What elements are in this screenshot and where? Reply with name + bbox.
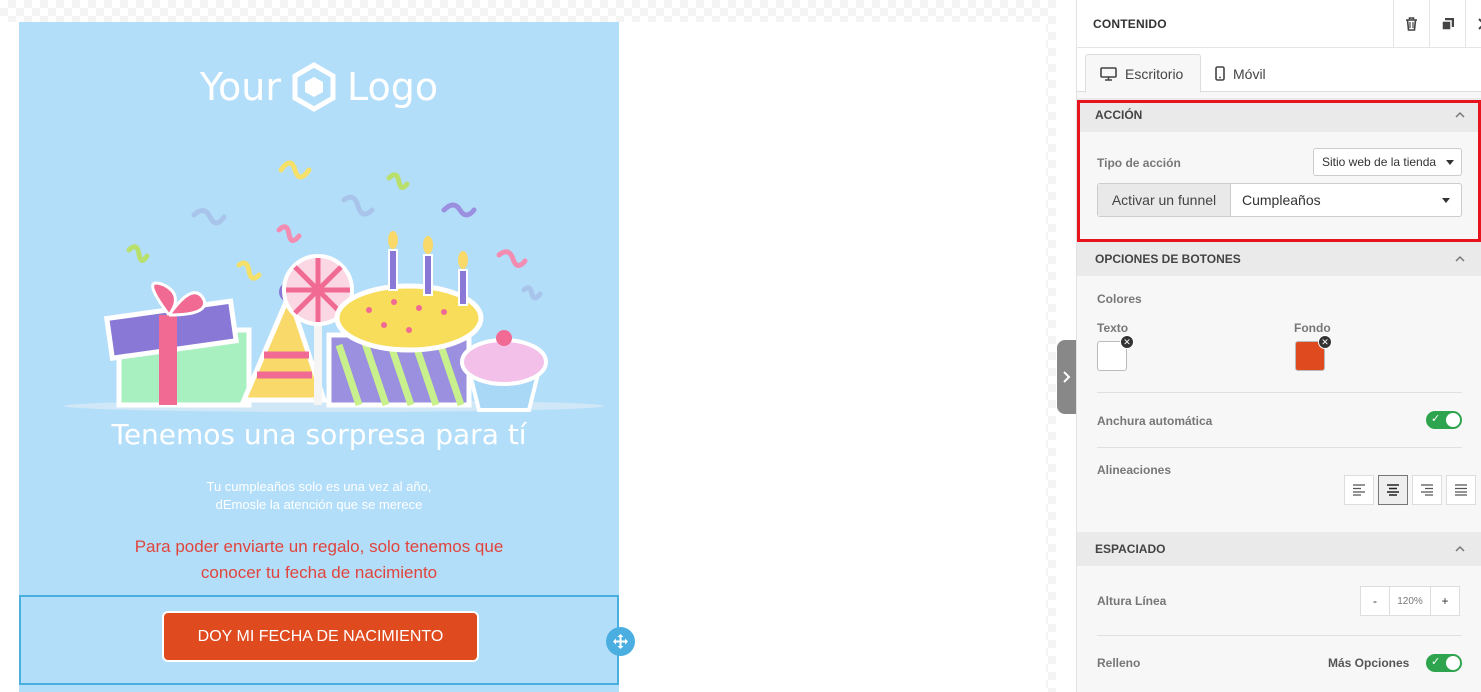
align-justify-icon (1455, 484, 1467, 496)
email-subtext-line-2: dEmosle la atención que se merece (215, 497, 423, 512)
close-icon (1477, 18, 1481, 30)
tab-mobile-label: Móvil (1233, 65, 1266, 82)
caret-down-icon (1442, 198, 1450, 203)
desktop-icon (1100, 66, 1117, 81)
section-spacing-header[interactable]: ESPACIADO (1077, 532, 1481, 566)
clear-text-color-icon[interactable]: ✕ (1120, 335, 1134, 349)
duplicate-icon (1440, 18, 1454, 31)
auto-width-toggle[interactable]: ✓ (1426, 411, 1462, 429)
cta-button[interactable]: DOY MI FECHA DE NACIMIENTO (162, 611, 479, 662)
align-left-button[interactable] (1344, 475, 1374, 505)
logo: Your Logo (19, 62, 619, 112)
text-color-label: Texto (1097, 321, 1129, 335)
section-button-options-header[interactable]: OPCIONES DE BOTONES (1077, 242, 1481, 276)
logo-text-left: Your (199, 65, 281, 109)
device-tabs: Escritorio Móvil (1077, 48, 1481, 93)
funnel-selector: Activar un funnel Cumpleaños (1097, 183, 1462, 217)
line-height-value[interactable]: 120% (1390, 586, 1430, 616)
email-headline: Tenemos una sorpresa para tí (111, 418, 527, 451)
content-panel: CONTENIDO Escritorio Móvil ACCIÓN Tipo d… (1076, 0, 1481, 692)
action-type-value: Sitio web de la tienda (1322, 155, 1437, 169)
padding-label: Relleno (1097, 656, 1141, 670)
selected-button-block[interactable]: DOY MI FECHA DE NACIMIENTO (19, 595, 619, 685)
align-center-icon (1387, 484, 1399, 496)
divider (1097, 392, 1462, 393)
birthday-illustration (64, 160, 604, 412)
align-right-button[interactable] (1412, 475, 1442, 505)
line-height-decrease-button[interactable]: - (1360, 586, 1390, 616)
email-red-text-line-1: Para poder enviarte un regalo, solo tene… (134, 537, 504, 556)
alignments-label: Alineaciones (1097, 463, 1172, 477)
divider (1097, 635, 1462, 636)
editor-canvas: Your Logo Tenemos una sorpresa para tí T… (0, 0, 1056, 692)
chevron-right-icon (1063, 371, 1071, 383)
align-left-icon (1353, 484, 1365, 496)
move-icon[interactable] (606, 627, 635, 656)
check-icon: ✓ (1431, 656, 1441, 668)
funnel-addon-label: Activar un funnel (1098, 184, 1231, 216)
caret-down-icon (1446, 160, 1454, 165)
mobile-icon (1215, 66, 1225, 81)
panel-header: CONTENIDO (1077, 0, 1481, 48)
email-preview: Your Logo Tenemos una sorpresa para tí T… (19, 22, 619, 692)
email-red-text: Para poder enviarte un regalo, solo tene… (99, 534, 539, 586)
section-spacing-title: ESPACIADO (1095, 542, 1166, 556)
action-type-select[interactable]: Sitio web de la tienda (1313, 148, 1462, 176)
more-options-toggle[interactable]: ✓ (1426, 654, 1462, 672)
line-height-increase-button[interactable]: + (1430, 586, 1460, 616)
close-button[interactable] (1465, 0, 1481, 48)
section-action-title: ACCIÓN (1095, 108, 1143, 122)
delete-button[interactable] (1393, 0, 1429, 48)
action-type-label: Tipo de acción (1097, 156, 1181, 170)
email-subtext-line-1: Tu cumpleaños solo es una vez al año, (206, 479, 432, 494)
clear-background-color-icon[interactable]: ✕ (1318, 335, 1332, 349)
chevron-up-icon (1455, 255, 1465, 262)
colors-label: Colores (1097, 292, 1142, 306)
duplicate-button[interactable] (1429, 0, 1465, 48)
email-red-text-line-2: conocer tu fecha de nacimiento (200, 563, 438, 582)
funnel-value: Cumpleaños (1242, 192, 1321, 208)
more-options-label: Más Opciones (1328, 656, 1410, 670)
logo-text-right: Logo (347, 65, 439, 109)
chevron-up-icon (1455, 111, 1465, 118)
funnel-select[interactable]: Cumpleaños (1231, 184, 1461, 216)
section-action-header[interactable]: ACCIÓN (1077, 98, 1481, 132)
align-justify-button[interactable] (1446, 475, 1476, 505)
check-icon: ✓ (1431, 413, 1441, 425)
panel-collapse-handle[interactable] (1057, 340, 1077, 414)
align-right-icon (1421, 484, 1433, 496)
tab-desktop[interactable]: Escritorio (1085, 54, 1201, 93)
logo-hexagon-icon (292, 62, 336, 112)
panel-title: CONTENIDO (1093, 17, 1167, 31)
align-center-button[interactable] (1378, 475, 1408, 505)
auto-width-label: Anchura automática (1097, 414, 1213, 428)
tab-desktop-label: Escritorio (1125, 65, 1184, 82)
line-height-label: Altura Línea (1097, 594, 1167, 608)
section-button-options-title: OPCIONES DE BOTONES (1095, 252, 1241, 266)
tab-mobile[interactable]: Móvil (1201, 54, 1280, 93)
divider (1097, 447, 1462, 448)
trash-icon (1406, 17, 1417, 31)
chevron-up-icon (1455, 545, 1465, 552)
background-color-label: Fondo (1294, 321, 1331, 335)
email-subtext: Tu cumpleaños solo es una vez al año, dE… (19, 478, 619, 514)
